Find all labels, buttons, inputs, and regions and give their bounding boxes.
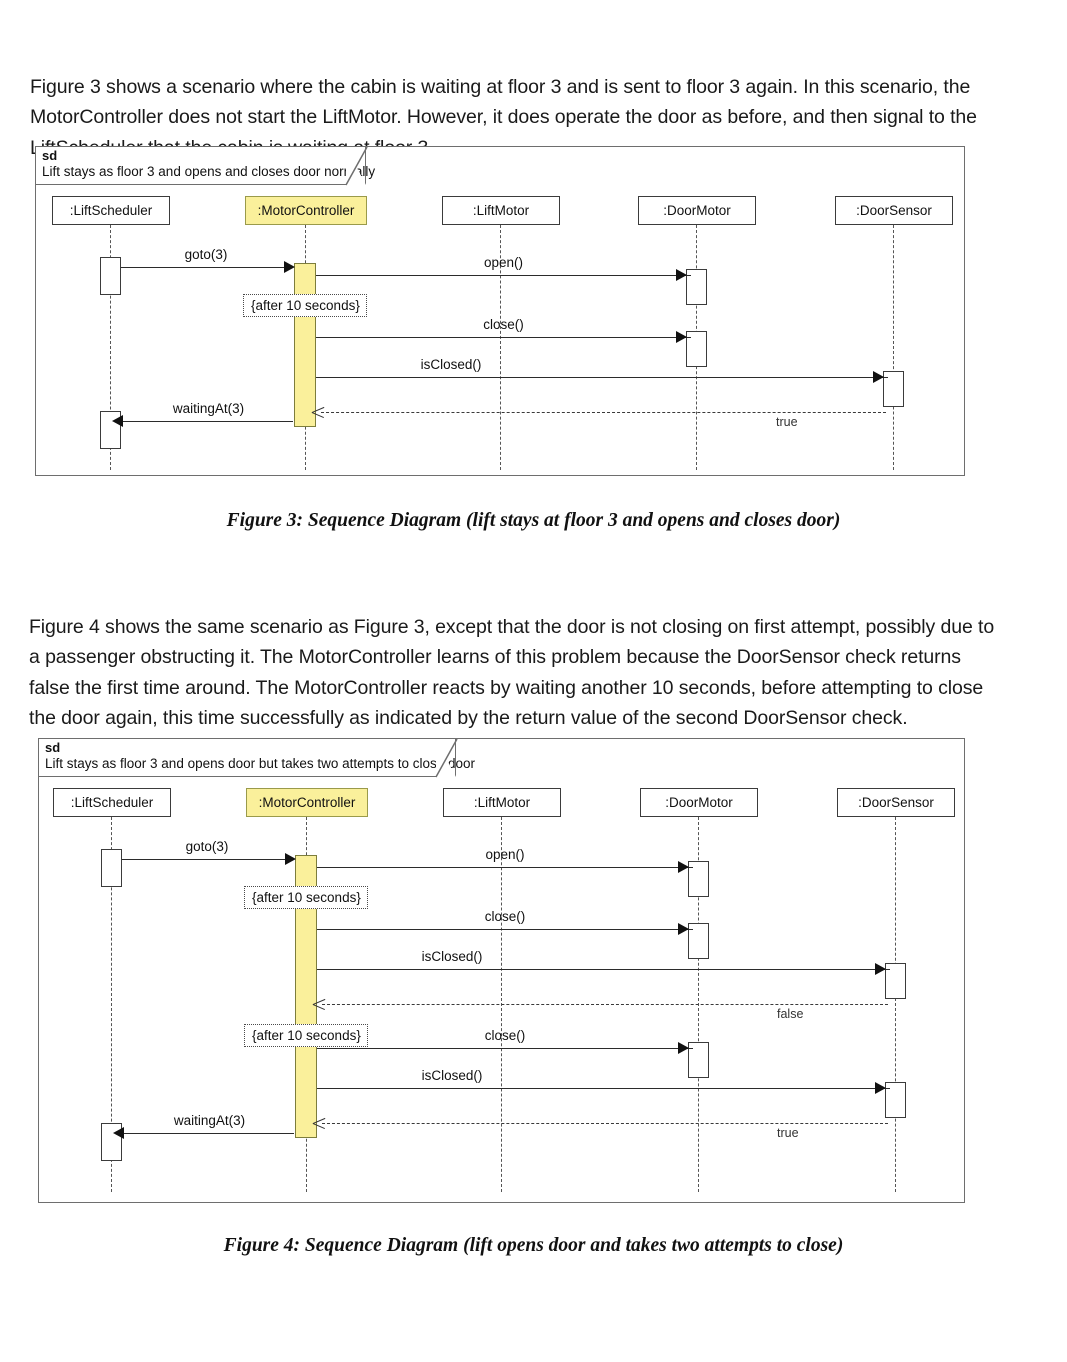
frame-tag-corner-line bbox=[435, 739, 458, 778]
message-line-isclosed-1 bbox=[317, 969, 890, 970]
lifeline-head-motorcontroller: :MotorController bbox=[245, 196, 367, 225]
frame-tag-figure4: sd Lift stays as floor 3 and opens door … bbox=[39, 739, 475, 777]
message-label-waitingat3: waitingAt(3) bbox=[173, 1113, 246, 1128]
message-line-goto3 bbox=[122, 859, 292, 860]
arrow-head-return-false bbox=[313, 998, 326, 1011]
message-label-goto3: goto(3) bbox=[184, 247, 228, 262]
arrow-head-return-true bbox=[313, 1117, 326, 1130]
lifeline-head-motorcontroller: :MotorController bbox=[246, 788, 368, 817]
lifeline-head-doormotor: :DoorMotor bbox=[638, 196, 756, 225]
message-label-close-2: close() bbox=[484, 1028, 526, 1043]
message-label-close: close() bbox=[483, 317, 524, 332]
message-label-isclosed-1: isClosed() bbox=[421, 949, 483, 964]
message-label-goto3: goto(3) bbox=[185, 839, 229, 854]
message-line-waitingat3 bbox=[122, 1133, 294, 1134]
message-line-isclosed bbox=[316, 377, 888, 378]
sequence-diagram-figure3: sd Lift stays as floor 3 and opens and c… bbox=[35, 146, 965, 476]
message-label-waitingat3: waitingAt(3) bbox=[172, 401, 245, 416]
lifeline-doorsensor bbox=[895, 817, 896, 1192]
message-label-open: open() bbox=[483, 255, 524, 270]
return-line-false bbox=[322, 1004, 888, 1005]
message-line-close bbox=[316, 337, 691, 338]
arrow-head-close-1 bbox=[678, 923, 689, 935]
return-line-true bbox=[321, 412, 886, 413]
message-line-isclosed-2 bbox=[317, 1088, 890, 1089]
frame-title: Lift stays as floor 3 and opens door but… bbox=[45, 755, 475, 771]
frame-keyword: sd bbox=[42, 148, 58, 163]
frame-tag-figure3: sd Lift stays as floor 3 and opens and c… bbox=[36, 147, 376, 185]
paragraph-figure4-intro: Figure 4 shows the same scenario as Figu… bbox=[29, 615, 995, 730]
return-line-true bbox=[322, 1123, 888, 1124]
note-after-10-seconds: {after 10 seconds} bbox=[243, 294, 367, 317]
frame-tag-corner-line bbox=[345, 147, 368, 186]
caption-figure3: Figure 3: Sequence Diagram (lift stays a… bbox=[226, 510, 841, 531]
arrow-head-isclosed-2 bbox=[875, 1082, 886, 1094]
lifeline-head-liftmotor: :LiftMotor bbox=[443, 788, 561, 817]
arrow-head-waitingat3 bbox=[113, 1127, 124, 1139]
message-line-open bbox=[317, 867, 693, 868]
lifeline-head-liftscheduler: :LiftScheduler bbox=[53, 788, 171, 817]
lifeline-head-doormotor: :DoorMotor bbox=[640, 788, 758, 817]
lifeline-head-doorsensor: :DoorSensor bbox=[835, 196, 953, 225]
message-line-close-1 bbox=[317, 929, 693, 930]
arrow-head-goto3 bbox=[284, 261, 295, 273]
arrow-head-isclosed bbox=[873, 371, 884, 383]
return-label-true: true bbox=[776, 415, 798, 429]
arrow-head-open bbox=[676, 269, 687, 281]
message-label-isclosed-2: isClosed() bbox=[421, 1068, 483, 1083]
message-label-close-1: close() bbox=[484, 909, 526, 924]
arrow-head-return-true bbox=[312, 406, 325, 419]
message-label-open: open() bbox=[485, 847, 525, 862]
arrow-head-close bbox=[676, 331, 687, 343]
caption-figure4: Figure 4: Sequence Diagram (lift opens d… bbox=[223, 1235, 844, 1256]
arrow-head-isclosed-1 bbox=[875, 963, 886, 975]
message-line-waitingat3 bbox=[121, 421, 293, 422]
message-label-isclosed: isClosed() bbox=[420, 357, 482, 372]
note-after-10-seconds-1: {after 10 seconds} bbox=[244, 886, 368, 909]
activation-motorcontroller bbox=[294, 263, 316, 427]
activation-liftscheduler-1 bbox=[100, 257, 121, 295]
lifeline-head-doorsensor: :DoorSensor bbox=[837, 788, 955, 817]
lifeline-head-liftmotor: :LiftMotor bbox=[442, 196, 560, 225]
message-line-open bbox=[316, 275, 691, 276]
arrow-head-open bbox=[678, 861, 689, 873]
return-label-true: true bbox=[777, 1126, 799, 1140]
lifeline-doorsensor bbox=[893, 225, 894, 470]
arrow-head-waitingat3 bbox=[112, 415, 123, 427]
arrow-head-goto3 bbox=[285, 853, 296, 865]
lifeline-head-liftscheduler: :LiftScheduler bbox=[52, 196, 170, 225]
message-line-goto3 bbox=[121, 267, 291, 268]
document-page: Figure 3 shows a scenario where the cabi… bbox=[0, 0, 1067, 1362]
activation-liftscheduler-1 bbox=[101, 849, 122, 887]
arrow-head-close-2 bbox=[678, 1042, 689, 1054]
message-line-close-2 bbox=[317, 1048, 693, 1049]
sequence-diagram-figure4: sd Lift stays as floor 3 and opens door … bbox=[38, 738, 965, 1203]
frame-title: Lift stays as floor 3 and opens and clos… bbox=[42, 163, 376, 179]
frame-keyword: sd bbox=[45, 740, 61, 755]
return-label-false: false bbox=[777, 1007, 804, 1021]
